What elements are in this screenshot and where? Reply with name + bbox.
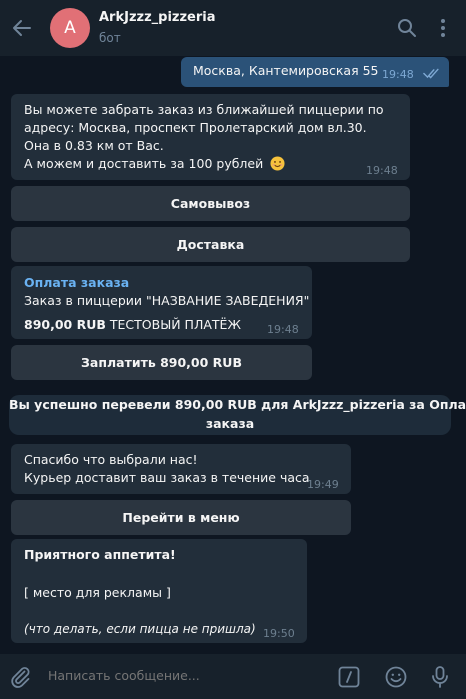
message-time: 19:50 — [263, 627, 295, 640]
message-line: Спасибо что выбрали нас! — [24, 452, 198, 467]
message-line: Вы можете забрать заказ из ближайшей пиц… — [24, 102, 384, 117]
ad-placeholder-text: [ место для рекламы ] — [24, 585, 171, 600]
outgoing-message-address: Москва, Кантемировская 55 19:48 — [181, 57, 449, 87]
message-input[interactable] — [48, 668, 328, 683]
more-vertical-icon[interactable] — [432, 17, 454, 39]
message-time: 19:49 — [307, 478, 339, 491]
incoming-message-thanks: Спасибо что выбрали нас! Курьер доставит… — [11, 444, 351, 494]
message-time: 19:48 — [366, 164, 398, 177]
message-time: 19:48 — [267, 323, 299, 336]
invoice-amount: 890,00 RUB — [24, 317, 106, 332]
payment-service-message: Вы успешно перевели 890,00 RUB для ArkJz… — [9, 395, 466, 435]
attach-icon[interactable] — [8, 665, 32, 689]
incoming-message-pickup-info: Вы можете забрать заказ из ближайшей пиц… — [11, 94, 410, 180]
message-italic[interactable]: (что делать, если пицца не пришла) — [24, 620, 256, 638]
chat-subtitle: бот — [99, 31, 121, 45]
emoji-icon[interactable] — [384, 665, 408, 689]
service-line: заказа — [205, 416, 255, 431]
service-line: Вы успешно перевели 890,00 RUB для ArkJz… — [9, 397, 466, 412]
invoice-amount-line: 890,00 RUB ТЕСТОВЫЙ ПЛАТЁЖ — [24, 316, 241, 334]
go-to-menu-button[interactable]: Перейти в меню — [11, 500, 351, 535]
message-composer — [0, 654, 466, 699]
microphone-icon[interactable] — [428, 664, 452, 690]
delivery-button[interactable]: Доставка — [11, 227, 410, 262]
message-line: А можем и доставить за 100 рублей — [24, 155, 384, 173]
chat-title[interactable]: ArkJzzz_pizzeria — [99, 10, 216, 25]
message-time: 19:48 — [382, 68, 414, 81]
message-line: Курьер доставит ваш заказ в течение часа — [24, 470, 310, 485]
pickup-button[interactable]: Самовывоз — [11, 186, 410, 221]
back-arrow-icon[interactable] — [10, 16, 34, 40]
read-checkmarks-icon — [423, 68, 439, 79]
bot-command-icon[interactable] — [338, 666, 360, 688]
message-bold: Приятного аппетита! — [24, 547, 176, 562]
invoice-test-label: ТЕСТОВЫЙ ПЛАТЁЖ — [109, 317, 241, 332]
message-line: адресу: Москва, проспект Пролетарский до… — [24, 120, 367, 135]
avatar[interactable]: A — [50, 8, 90, 48]
search-icon[interactable] — [396, 17, 418, 39]
chat-header: A ArkJzzz_pizzeria бот — [0, 0, 466, 56]
invoice-title: Оплата заказа — [24, 275, 130, 290]
invoice-description: Заказ в пиццерии "НАЗВАНИЕ ЗАВЕДЕНИЯ" — [24, 293, 310, 308]
pay-button[interactable]: Заплатить 890,00 RUB — [11, 345, 312, 380]
smiling-face-emoji-icon — [270, 156, 285, 171]
message-line: Она в 0.83 км от Вас. — [24, 138, 164, 153]
invoice-message: Оплата заказа Заказ в пиццерии "НАЗВАНИЕ… — [11, 266, 312, 339]
message-text: Москва, Кантемировская 55 — [193, 63, 379, 78]
incoming-message-final: Приятного аппетита! [ место для рекламы … — [11, 539, 307, 643]
